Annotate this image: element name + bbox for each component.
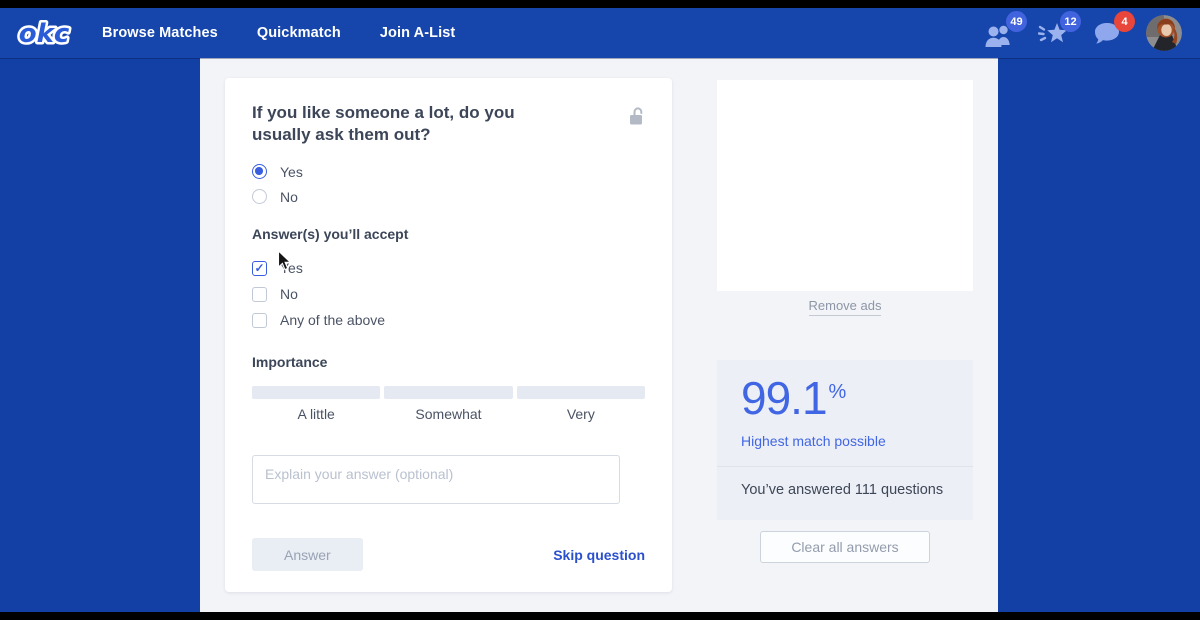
public-unlocked-icon[interactable] [627, 106, 646, 127]
card-footer: Answer Skip question [252, 538, 645, 571]
checkbox-no-label[interactable]: No [280, 286, 298, 302]
answer-button[interactable]: Answer [252, 538, 363, 571]
importance-label-a-little: A little [252, 406, 380, 422]
checkbox-any-label[interactable]: Any of the above [280, 312, 385, 328]
question-card: If you like someone a lot, do you usuall… [225, 78, 672, 592]
likes-badge: 49 [1006, 11, 1027, 32]
match-caption: Highest match possible [741, 433, 949, 449]
radio-no-label[interactable]: No [280, 189, 298, 205]
answered-questions-text: You’ve answered 111 questions [741, 482, 949, 498]
accept-section-label: Answer(s) you’ll accept [252, 226, 645, 242]
remove-ads-label: Remove ads [809, 298, 882, 316]
importance-label: Importance [252, 354, 645, 370]
quickmatch-button[interactable]: 12 [1038, 16, 1072, 50]
radio-no[interactable] [252, 189, 267, 204]
importance-selector [252, 386, 645, 399]
nav-notifications: 49 12 4 [984, 8, 1182, 58]
accept-row-no: No [252, 281, 645, 307]
radio-yes[interactable] [252, 164, 267, 179]
likes-button[interactable]: 49 [984, 16, 1018, 50]
messages-button[interactable]: 4 [1092, 16, 1126, 50]
okcupid-logo[interactable]: okc [16, 13, 72, 53]
remove-ads-link[interactable]: Remove ads [717, 298, 973, 313]
importance-bar-somewhat[interactable] [384, 386, 512, 399]
main-content: If you like someone a lot, do you usuall… [200, 58, 998, 612]
quickmatch-badge: 12 [1060, 11, 1081, 32]
radio-yes-label[interactable]: Yes [280, 164, 303, 180]
profile-avatar[interactable] [1146, 15, 1182, 51]
ad-placeholder [717, 80, 973, 291]
logo-text: okc [19, 19, 70, 49]
nav-item-join-a-list[interactable]: Join A-List [380, 25, 455, 41]
match-percent: 99.1 % [741, 372, 949, 424]
checkbox-yes-label[interactable]: Yes [280, 260, 303, 276]
messages-badge: 4 [1114, 11, 1135, 32]
checkbox-no[interactable] [252, 287, 267, 302]
checkbox-any-of-above[interactable] [252, 313, 267, 328]
importance-label-somewhat: Somewhat [384, 406, 512, 422]
accept-row-any: Any of the above [252, 307, 645, 333]
accept-row-yes: Yes [252, 255, 645, 281]
checkbox-yes[interactable] [252, 261, 267, 276]
nav-item-browse-matches[interactable]: Browse Matches [102, 25, 218, 41]
importance-bar-very[interactable] [517, 386, 645, 399]
letterbox-top [0, 0, 1200, 8]
importance-labels: A little Somewhat Very [252, 406, 645, 422]
self-answer-group: Yes No [252, 159, 645, 209]
nav-item-quickmatch[interactable]: Quickmatch [257, 25, 341, 41]
letterbox-bottom [0, 612, 1200, 620]
importance-bar-a-little[interactable] [252, 386, 380, 399]
percent-sign: % [829, 381, 847, 404]
match-stats-panel: 99.1 % Highest match possible You’ve ans… [717, 360, 973, 520]
accept-options-group: Yes No Any of the above [252, 255, 645, 333]
skip-question-link[interactable]: Skip question [553, 547, 645, 563]
importance-label-very: Very [517, 406, 645, 422]
match-percent-value: 99.1 [741, 372, 827, 424]
nav-links: Browse Matches Quickmatch Join A-List [102, 25, 455, 41]
clear-all-answers-button[interactable]: Clear all answers [760, 531, 930, 563]
self-answer-row-yes: Yes [252, 159, 645, 184]
top-navbar: okc Browse Matches Quickmatch Join A-Lis… [0, 8, 1200, 58]
question-text: If you like someone a lot, do you usuall… [252, 102, 564, 146]
panel-divider [717, 466, 973, 467]
self-answer-row-no: No [252, 184, 645, 209]
explain-answer-input[interactable] [252, 455, 620, 504]
